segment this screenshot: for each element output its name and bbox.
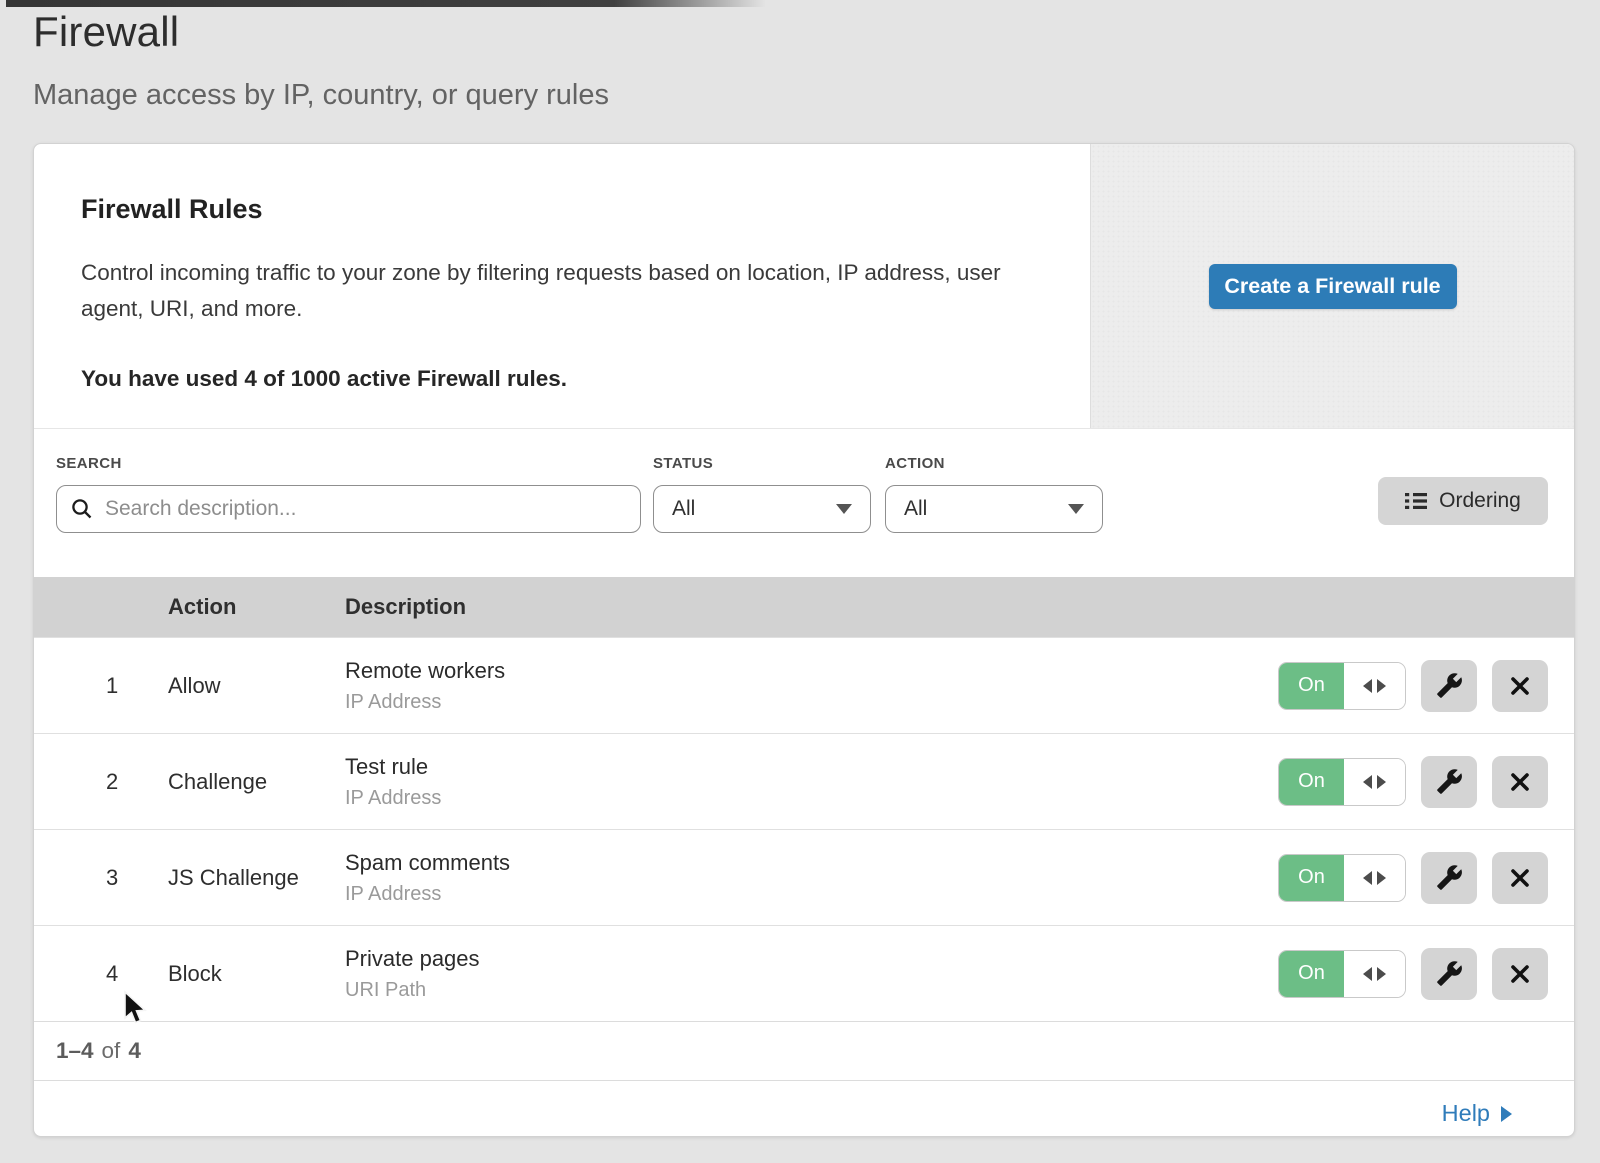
search-box[interactable]: [56, 485, 641, 533]
rule-field: IP Address: [345, 883, 510, 906]
rule-field: IP Address: [345, 691, 505, 714]
toggle-on-label: On: [1279, 951, 1344, 997]
usage-count-text: You have used 4 of 1000 active Firewall …: [81, 366, 1030, 392]
toggle-on-label: On: [1279, 855, 1344, 901]
close-icon: [1508, 866, 1532, 890]
wrench-icon: [1436, 960, 1463, 987]
card-heading: Firewall Rules: [81, 194, 1030, 225]
page-subtitle: Manage access by IP, country, or query r…: [33, 79, 609, 112]
rule-priority: 4: [34, 961, 168, 987]
help-link-label: Help: [1442, 1100, 1490, 1127]
rule-priority: 3: [34, 865, 168, 891]
toggle-arrows-icon: [1344, 663, 1405, 709]
rule-description-cell: Test rule IP Address: [345, 754, 441, 810]
rule-field: URI Path: [345, 979, 480, 1002]
rule-action: Allow: [168, 673, 345, 699]
firewall-page: Firewall Manage access by IP, country, o…: [0, 0, 1600, 1163]
rule-controls: On: [1278, 852, 1574, 904]
pagination-of: of: [102, 1038, 121, 1064]
edit-rule-button[interactable]: [1421, 852, 1477, 904]
table-row: 3 JS Challenge Spam comments IP Address …: [34, 829, 1574, 925]
table-header: Action Description: [34, 577, 1574, 637]
table-row: 4 Block Private pages URI Path On: [34, 925, 1574, 1021]
toggle-arrows-icon: [1344, 855, 1405, 901]
close-icon: [1508, 674, 1532, 698]
help-footer: Help: [34, 1080, 1574, 1137]
rule-toggle[interactable]: On: [1278, 758, 1406, 806]
search-input[interactable]: [103, 496, 626, 522]
action-select[interactable]: All: [885, 485, 1103, 533]
intro-section: Firewall Rules Control incoming traffic …: [34, 144, 1574, 429]
rule-controls: On: [1278, 948, 1574, 1000]
toggle-arrows-icon: [1344, 951, 1405, 997]
rule-description: Test rule: [345, 754, 441, 780]
toggle-on-label: On: [1279, 663, 1344, 709]
rule-description: Spam comments: [345, 850, 510, 876]
rule-controls: On: [1278, 660, 1574, 712]
wrench-icon: [1436, 768, 1463, 795]
help-link[interactable]: Help: [1442, 1100, 1512, 1127]
delete-rule-button[interactable]: [1492, 852, 1548, 904]
ordered-list-icon: [1405, 491, 1427, 511]
chevron-down-icon: [836, 504, 852, 514]
rule-priority: 1: [34, 673, 168, 699]
rule-toggle[interactable]: On: [1278, 662, 1406, 710]
filters-bar: SEARCH STATUS All ACTION: [34, 429, 1574, 577]
rule-description: Private pages: [345, 946, 480, 972]
action-selected-value: All: [904, 497, 927, 521]
search-label: SEARCH: [56, 455, 641, 472]
firewall-rules-card: Firewall Rules Control incoming traffic …: [33, 143, 1575, 1137]
edit-rule-button[interactable]: [1421, 756, 1477, 808]
wrench-icon: [1436, 672, 1463, 699]
action-filter: ACTION All: [885, 455, 1103, 533]
rule-action: Block: [168, 961, 345, 987]
rule-action: JS Challenge: [168, 865, 345, 891]
rule-description-cell: Remote workers IP Address: [345, 658, 505, 714]
pagination-total: 4: [128, 1038, 141, 1064]
delete-rule-button[interactable]: [1492, 756, 1548, 808]
status-filter: STATUS All: [653, 455, 871, 533]
rule-description: Remote workers: [345, 658, 505, 684]
arrow-right-icon: [1501, 1106, 1512, 1122]
description-column-header: Description: [345, 594, 466, 620]
toggle-arrows-icon: [1344, 759, 1405, 805]
status-label: STATUS: [653, 455, 871, 472]
table-row: 1 Allow Remote workers IP Address On: [34, 637, 1574, 733]
status-select[interactable]: All: [653, 485, 871, 533]
status-selected-value: All: [672, 497, 695, 521]
rule-toggle[interactable]: On: [1278, 950, 1406, 998]
action-label: ACTION: [885, 455, 1103, 472]
edit-rule-button[interactable]: [1421, 660, 1477, 712]
close-icon: [1508, 962, 1532, 986]
pagination-range: 1–4: [56, 1038, 94, 1064]
edit-rule-button[interactable]: [1421, 948, 1477, 1000]
search-icon: [71, 498, 93, 520]
card-description: Control incoming traffic to your zone by…: [81, 255, 1030, 328]
ordering-button[interactable]: Ordering: [1378, 477, 1548, 525]
wrench-icon: [1436, 864, 1463, 891]
rule-priority: 2: [34, 769, 168, 795]
ordering-button-label: Ordering: [1439, 489, 1521, 513]
rule-description-cell: Private pages URI Path: [345, 946, 480, 1002]
pagination: 1–4 of 4: [34, 1021, 1574, 1080]
rule-toggle[interactable]: On: [1278, 854, 1406, 902]
close-icon: [1508, 770, 1532, 794]
search-filter: SEARCH: [56, 455, 641, 533]
rule-controls: On: [1278, 756, 1574, 808]
rule-description-cell: Spam comments IP Address: [345, 850, 510, 906]
table-row: 2 Challenge Test rule IP Address On: [34, 733, 1574, 829]
create-rule-panel: Create a Firewall rule: [1090, 144, 1574, 428]
intro-text-panel: Firewall Rules Control incoming traffic …: [34, 144, 1090, 428]
action-column-header: Action: [168, 594, 345, 620]
window-top-edge: [6, 0, 766, 7]
rule-action: Challenge: [168, 769, 345, 795]
page-title: Firewall: [33, 8, 179, 56]
delete-rule-button[interactable]: [1492, 660, 1548, 712]
rule-field: IP Address: [345, 787, 441, 810]
chevron-down-icon: [1068, 504, 1084, 514]
toggle-on-label: On: [1279, 759, 1344, 805]
create-firewall-rule-button[interactable]: Create a Firewall rule: [1209, 264, 1457, 309]
delete-rule-button[interactable]: [1492, 948, 1548, 1000]
